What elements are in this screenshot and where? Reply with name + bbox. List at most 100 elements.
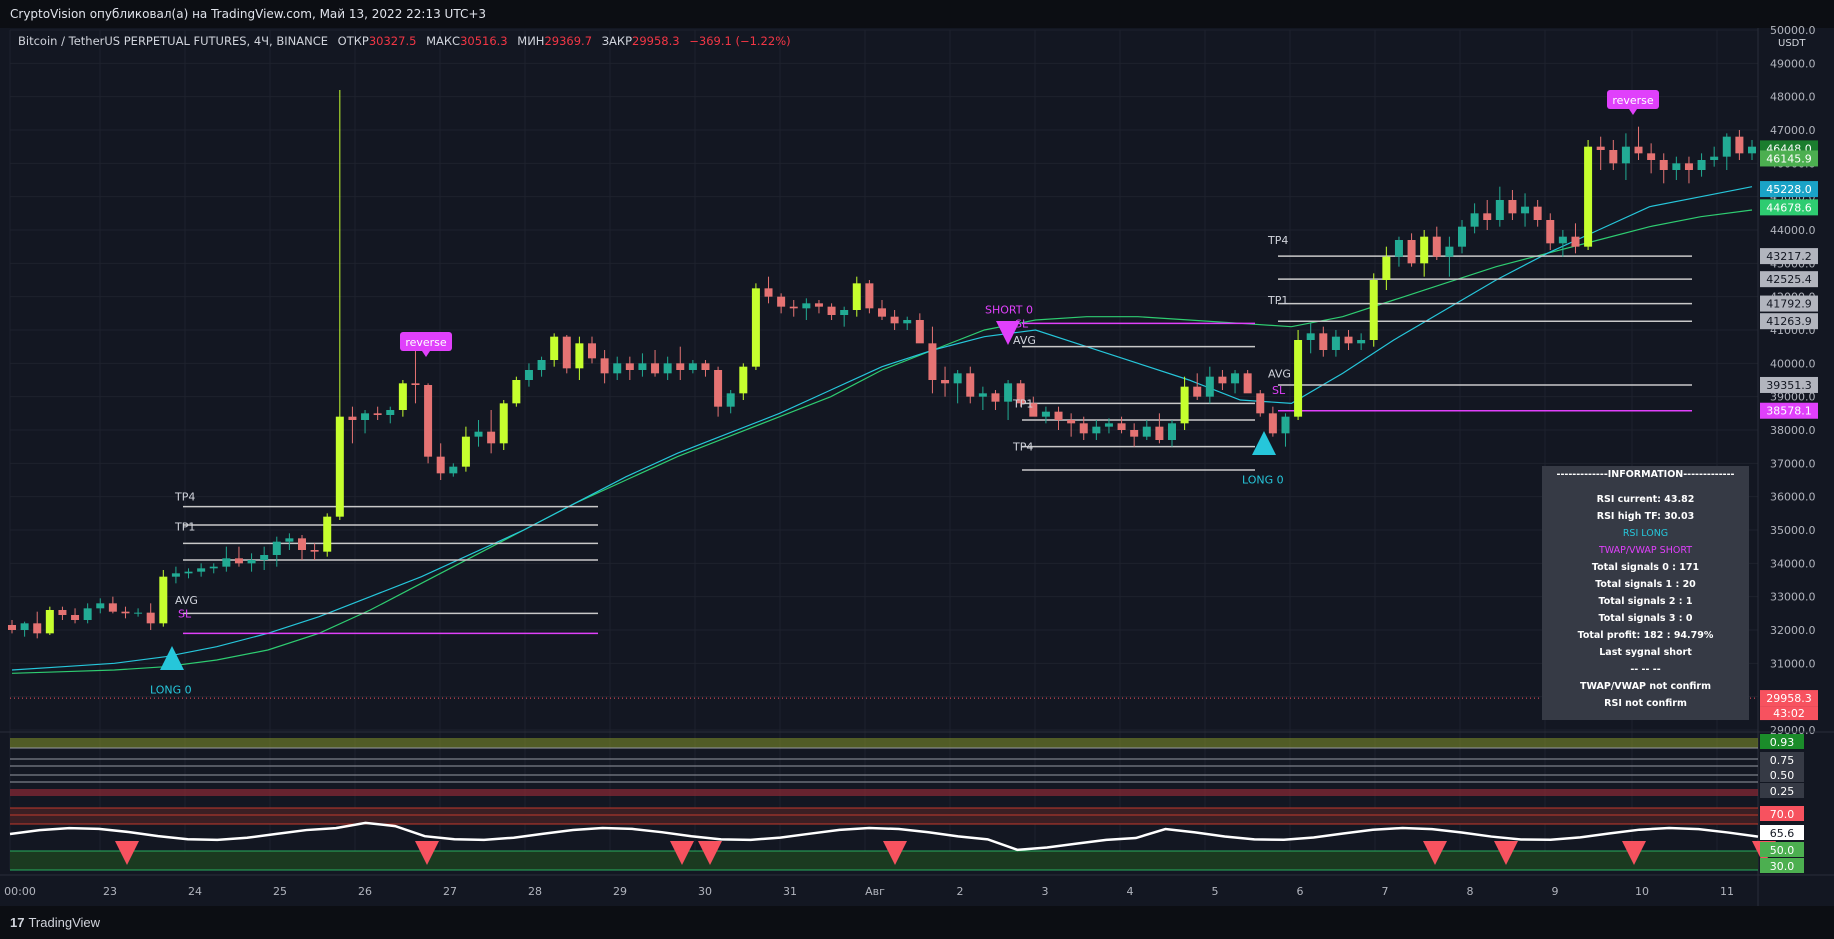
candle-body bbox=[1268, 413, 1277, 434]
candle-body bbox=[1117, 423, 1126, 430]
candle-body bbox=[928, 343, 937, 380]
avg-label: AVG bbox=[175, 594, 198, 607]
osc-axis-label: 0.75 bbox=[1770, 754, 1795, 767]
tp1-label: TP1 bbox=[1012, 397, 1033, 410]
candle-body bbox=[487, 431, 496, 444]
close-value: 29958.3 bbox=[632, 34, 680, 48]
candle-body bbox=[285, 538, 294, 542]
x-tick-label: 11 bbox=[1720, 885, 1734, 898]
candle-body bbox=[1319, 333, 1328, 350]
candle-body bbox=[1672, 163, 1681, 170]
candle-body bbox=[941, 380, 950, 384]
candle-body bbox=[1748, 146, 1756, 154]
vwap-fast-line bbox=[11, 186, 1753, 671]
close-label: ЗАКР bbox=[601, 34, 633, 48]
footer-bar: 17 TradingView bbox=[0, 906, 1834, 939]
y-tick-label: 35000.0 bbox=[1770, 524, 1816, 537]
info-rsi-high: RSI high TF: 30.03 bbox=[1596, 511, 1695, 522]
long-signal-label: LONG 0 bbox=[1242, 473, 1284, 486]
tp4-label: TP4 bbox=[174, 491, 195, 504]
candle-body bbox=[840, 310, 849, 315]
candle-body bbox=[1243, 373, 1252, 394]
long-signal-marker bbox=[160, 646, 184, 670]
candle-body bbox=[903, 320, 912, 324]
candle-body bbox=[1382, 256, 1391, 280]
candle-body bbox=[1104, 423, 1113, 427]
x-tick-label: 25 bbox=[273, 885, 287, 898]
rsi-axis-label: 30.0 bbox=[1770, 860, 1795, 873]
info-rsi-long: RSI LONG bbox=[1622, 528, 1669, 539]
candle-body bbox=[1155, 426, 1164, 440]
candle-body bbox=[1394, 240, 1403, 257]
candle-body bbox=[159, 576, 168, 624]
x-tick-label: 31 bbox=[783, 885, 797, 898]
candle-body bbox=[966, 373, 975, 397]
candle-body bbox=[222, 558, 231, 567]
info-twap-not-confirm: TWAP/VWAP not confirm bbox=[1579, 681, 1712, 692]
candle-body bbox=[751, 288, 760, 367]
x-tick-label: 2 bbox=[957, 885, 964, 898]
tp4-label: TP4 bbox=[1267, 234, 1288, 247]
candle-body bbox=[1710, 156, 1719, 160]
candle-body bbox=[45, 610, 54, 634]
candle-body bbox=[1357, 340, 1366, 344]
information-panel: -------------INFORMATION------------- RS… bbox=[1542, 466, 1749, 720]
candle-body bbox=[537, 360, 546, 370]
tradingview-logo[interactable]: 17 TradingView bbox=[10, 915, 100, 930]
candle-body bbox=[260, 555, 269, 560]
price-axis-label: 38578.1 bbox=[1766, 405, 1812, 418]
tradingview-mark: 17 bbox=[10, 915, 25, 930]
candle-body bbox=[1306, 333, 1315, 340]
symbol-title: Bitcoin / TetherUS PERPETUAL FUTURES, 4Ч… bbox=[18, 34, 329, 48]
open-value: 30327.5 bbox=[368, 34, 417, 48]
candle-body bbox=[1458, 226, 1466, 247]
info-total3: Total signals 3 : 0 bbox=[1598, 613, 1693, 624]
sl-label: SL bbox=[178, 607, 192, 620]
osc-axis-label: 0.93 bbox=[1770, 736, 1795, 749]
candle-body bbox=[1571, 236, 1580, 247]
reverse-badge-text: reverse bbox=[1612, 94, 1654, 107]
reverse-badge-pointer bbox=[1629, 109, 1637, 115]
candle-body bbox=[1180, 386, 1189, 424]
x-tick-label: 6 bbox=[1297, 885, 1304, 898]
y-tick-label: 34000.0 bbox=[1770, 557, 1816, 570]
candle-body bbox=[184, 571, 193, 574]
candle-body bbox=[890, 316, 899, 324]
candle-body bbox=[499, 403, 508, 444]
osc-bottom-band bbox=[10, 789, 1758, 796]
candle-body bbox=[121, 611, 130, 614]
candle-body bbox=[512, 380, 521, 404]
info-title: -------------INFORMATION------------- bbox=[1556, 469, 1735, 480]
osc-axis-label: 0.25 bbox=[1770, 785, 1795, 798]
candle-body bbox=[1659, 160, 1668, 170]
candle-body bbox=[1256, 393, 1265, 414]
candle-body bbox=[398, 383, 407, 410]
candle-body bbox=[1722, 136, 1731, 157]
candle-body bbox=[739, 366, 748, 394]
info-total1: Total signals 1 : 20 bbox=[1595, 579, 1696, 590]
y-tick-label: 40000.0 bbox=[1770, 357, 1816, 370]
x-tick-label: 26 bbox=[358, 885, 372, 898]
rsi-line bbox=[9, 821, 1759, 852]
price-axis-label: 29958.3 bbox=[1766, 692, 1812, 705]
x-tick-label: 10 bbox=[1635, 885, 1649, 898]
candle-body bbox=[865, 283, 874, 309]
low-label: МИН bbox=[517, 34, 545, 48]
x-tick-label: 9 bbox=[1552, 885, 1559, 898]
candle-body bbox=[323, 516, 332, 552]
price-axis-label: 44678.6 bbox=[1766, 201, 1812, 214]
rsi-axis-label: 65.6 bbox=[1770, 827, 1795, 840]
candle-body bbox=[1054, 411, 1063, 420]
candle-body bbox=[638, 363, 647, 370]
candle-body bbox=[1231, 373, 1240, 384]
candle-body bbox=[96, 603, 105, 609]
x-tick-label: 28 bbox=[528, 885, 542, 898]
candle-body bbox=[134, 612, 143, 614]
reverse-badge-pointer bbox=[422, 351, 430, 357]
candle-body bbox=[373, 413, 382, 415]
reverse-badge-text: reverse bbox=[405, 336, 447, 349]
price-axis-label: 45228.0 bbox=[1766, 183, 1812, 196]
price-chart[interactable]: 29000.030000.031000.032000.033000.034000… bbox=[0, 0, 1834, 906]
x-tick-label: 29 bbox=[613, 885, 627, 898]
x-tick-label: 8 bbox=[1467, 885, 1474, 898]
